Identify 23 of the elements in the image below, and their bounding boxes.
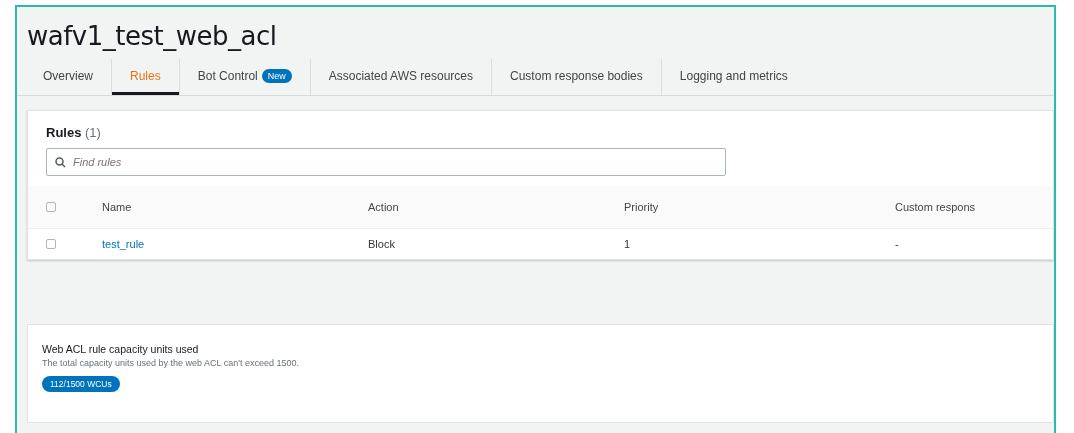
new-badge: New xyxy=(261,69,292,83)
table-cell: - xyxy=(895,238,899,250)
section-title: Rules xyxy=(46,125,82,140)
row-checkbox[interactable] xyxy=(46,239,56,249)
capacity-badge: 112/1500 WCUs xyxy=(42,376,120,392)
capacity-title: Web ACL rule capacity units used xyxy=(42,343,200,355)
column-header: Priority xyxy=(624,201,659,213)
tab[interactable]: Custom response bodies xyxy=(491,59,661,95)
search-field[interactable]: Find rules xyxy=(46,148,726,176)
column-header: Name xyxy=(102,201,132,213)
table-cell: Block xyxy=(368,238,395,250)
select-all-checkbox[interactable] xyxy=(46,202,56,212)
tab[interactable]: Associated AWS resources xyxy=(309,59,492,95)
capacity-description: The total capacity units used by the web ACL can't exceed 1500. xyxy=(42,358,301,368)
table-cell: 1 xyxy=(624,238,631,250)
tab[interactable]: Bot Control New xyxy=(178,59,310,95)
rule-count: (1) xyxy=(85,125,101,140)
tab[interactable]: Overview xyxy=(25,59,111,95)
tab[interactable]: Logging and metrics xyxy=(660,59,806,95)
column-header: Custom respons xyxy=(895,201,976,213)
column-header: Action xyxy=(368,201,399,213)
rule-link[interactable]: test_rule xyxy=(102,238,145,250)
page-title: wafv1_test_web_acl xyxy=(27,21,277,51)
